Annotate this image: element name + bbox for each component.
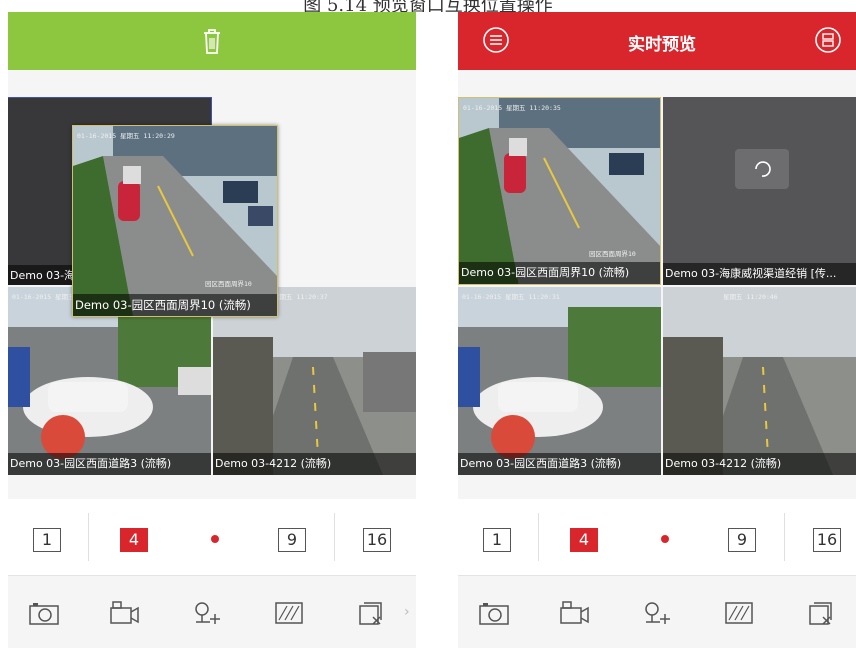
list-icon[interactable]: [814, 26, 842, 58]
layout-1-button[interactable]: 1: [33, 528, 61, 552]
tile-label: Demo 03-4212 (流畅): [213, 453, 416, 475]
ptz-icon[interactable]: [640, 600, 672, 630]
divider: [334, 513, 335, 561]
layout-bar: 1 4 9 16: [8, 499, 416, 575]
camera-view: [663, 287, 856, 475]
video-tile[interactable]: 01-16-2015 星期五 11:20:35 园区西面周界10 Demo 03…: [458, 97, 661, 285]
close-all-icon[interactable]: [806, 600, 838, 630]
camera-view: [458, 287, 661, 475]
timestamp: 星期五 11:20:37: [273, 293, 328, 301]
left-screen: Demo 03-海 01-16-2015 星期五 11:20:37 Demo 0…: [8, 12, 416, 648]
page-title: 实时预览: [628, 35, 696, 55]
header-bar: [8, 12, 416, 70]
timestamp: 01-16-2015 星期五 11:20:35: [463, 104, 561, 112]
layout-4-button[interactable]: 4: [570, 528, 598, 552]
camera-icon[interactable]: [28, 600, 60, 630]
divider: [784, 513, 785, 561]
tile-label: Demo 03-海康威视渠道经销 [传...: [663, 263, 856, 285]
ptz-icon[interactable]: [190, 600, 222, 630]
overlay-text: 园区西面周界10: [589, 250, 636, 258]
layout-9-button[interactable]: 9: [278, 528, 306, 552]
tile-label: Demo 03-园区西面道路3 (流畅): [8, 453, 211, 475]
tile-label: Demo 03-4212 (流畅): [663, 453, 856, 475]
record-icon[interactable]: [558, 600, 590, 630]
timestamp: 星期五 11:20:46: [723, 293, 778, 301]
tile-label: Demo 03-园区西面周界10 (流畅): [459, 262, 660, 284]
layout-16-button[interactable]: 16: [363, 528, 391, 552]
timestamp: 01-16-2015 星期五 11:20:29: [77, 132, 175, 140]
page-dot: [211, 535, 219, 543]
layout-bar: 1 4 9 16: [458, 499, 856, 575]
layout-4-button[interactable]: 4: [120, 528, 148, 552]
tile-label: Demo 03-园区西面道路3 (流畅): [458, 453, 661, 475]
quality-icon[interactable]: [273, 600, 305, 630]
record-icon[interactable]: [108, 600, 140, 630]
dragged-video-tile[interactable]: 01-16-2015 星期五 11:20:29 园区西面周界10 Demo 03…: [72, 125, 278, 317]
quality-icon[interactable]: [723, 600, 755, 630]
layout-9-button[interactable]: 9: [728, 528, 756, 552]
toolbar: ›: [8, 576, 416, 648]
right-screen: 实时预览 01-16-2015 星期五 11:20:35 园区西面周界10 De…: [458, 12, 856, 648]
video-tile[interactable]: 星期五 11:20:46 Demo 03-4212 (流畅): [663, 287, 856, 475]
tile-label: Demo 03-园区西面周界10 (流畅): [73, 294, 277, 316]
overlay-text: 园区西面周界10: [205, 280, 252, 288]
video-tile[interactable]: 01-16-2015 星期五 11:20:31 Demo 03-园区西面道路3 …: [458, 287, 661, 475]
video-tile[interactable]: Demo 03-海康威视渠道经销 [传...: [663, 97, 856, 285]
divider: [88, 513, 89, 561]
trash-icon[interactable]: [198, 26, 226, 60]
layout-16-button[interactable]: 16: [813, 528, 841, 552]
chevron-right-icon[interactable]: ›: [404, 604, 410, 620]
toolbar: [458, 576, 856, 648]
refresh-button[interactable]: [735, 149, 789, 189]
close-all-icon[interactable]: [356, 600, 388, 630]
divider: [538, 513, 539, 561]
figure-caption: 图 5.14 预览窗口互换位置操作: [303, 0, 553, 12]
page-dot: [661, 535, 669, 543]
header-bar: 实时预览: [458, 12, 856, 70]
layout-1-button[interactable]: 1: [483, 528, 511, 552]
refresh-icon: [755, 161, 771, 177]
camera-icon[interactable]: [478, 600, 510, 630]
timestamp: 01-16-2015 星期五 11:20:31: [462, 293, 560, 301]
